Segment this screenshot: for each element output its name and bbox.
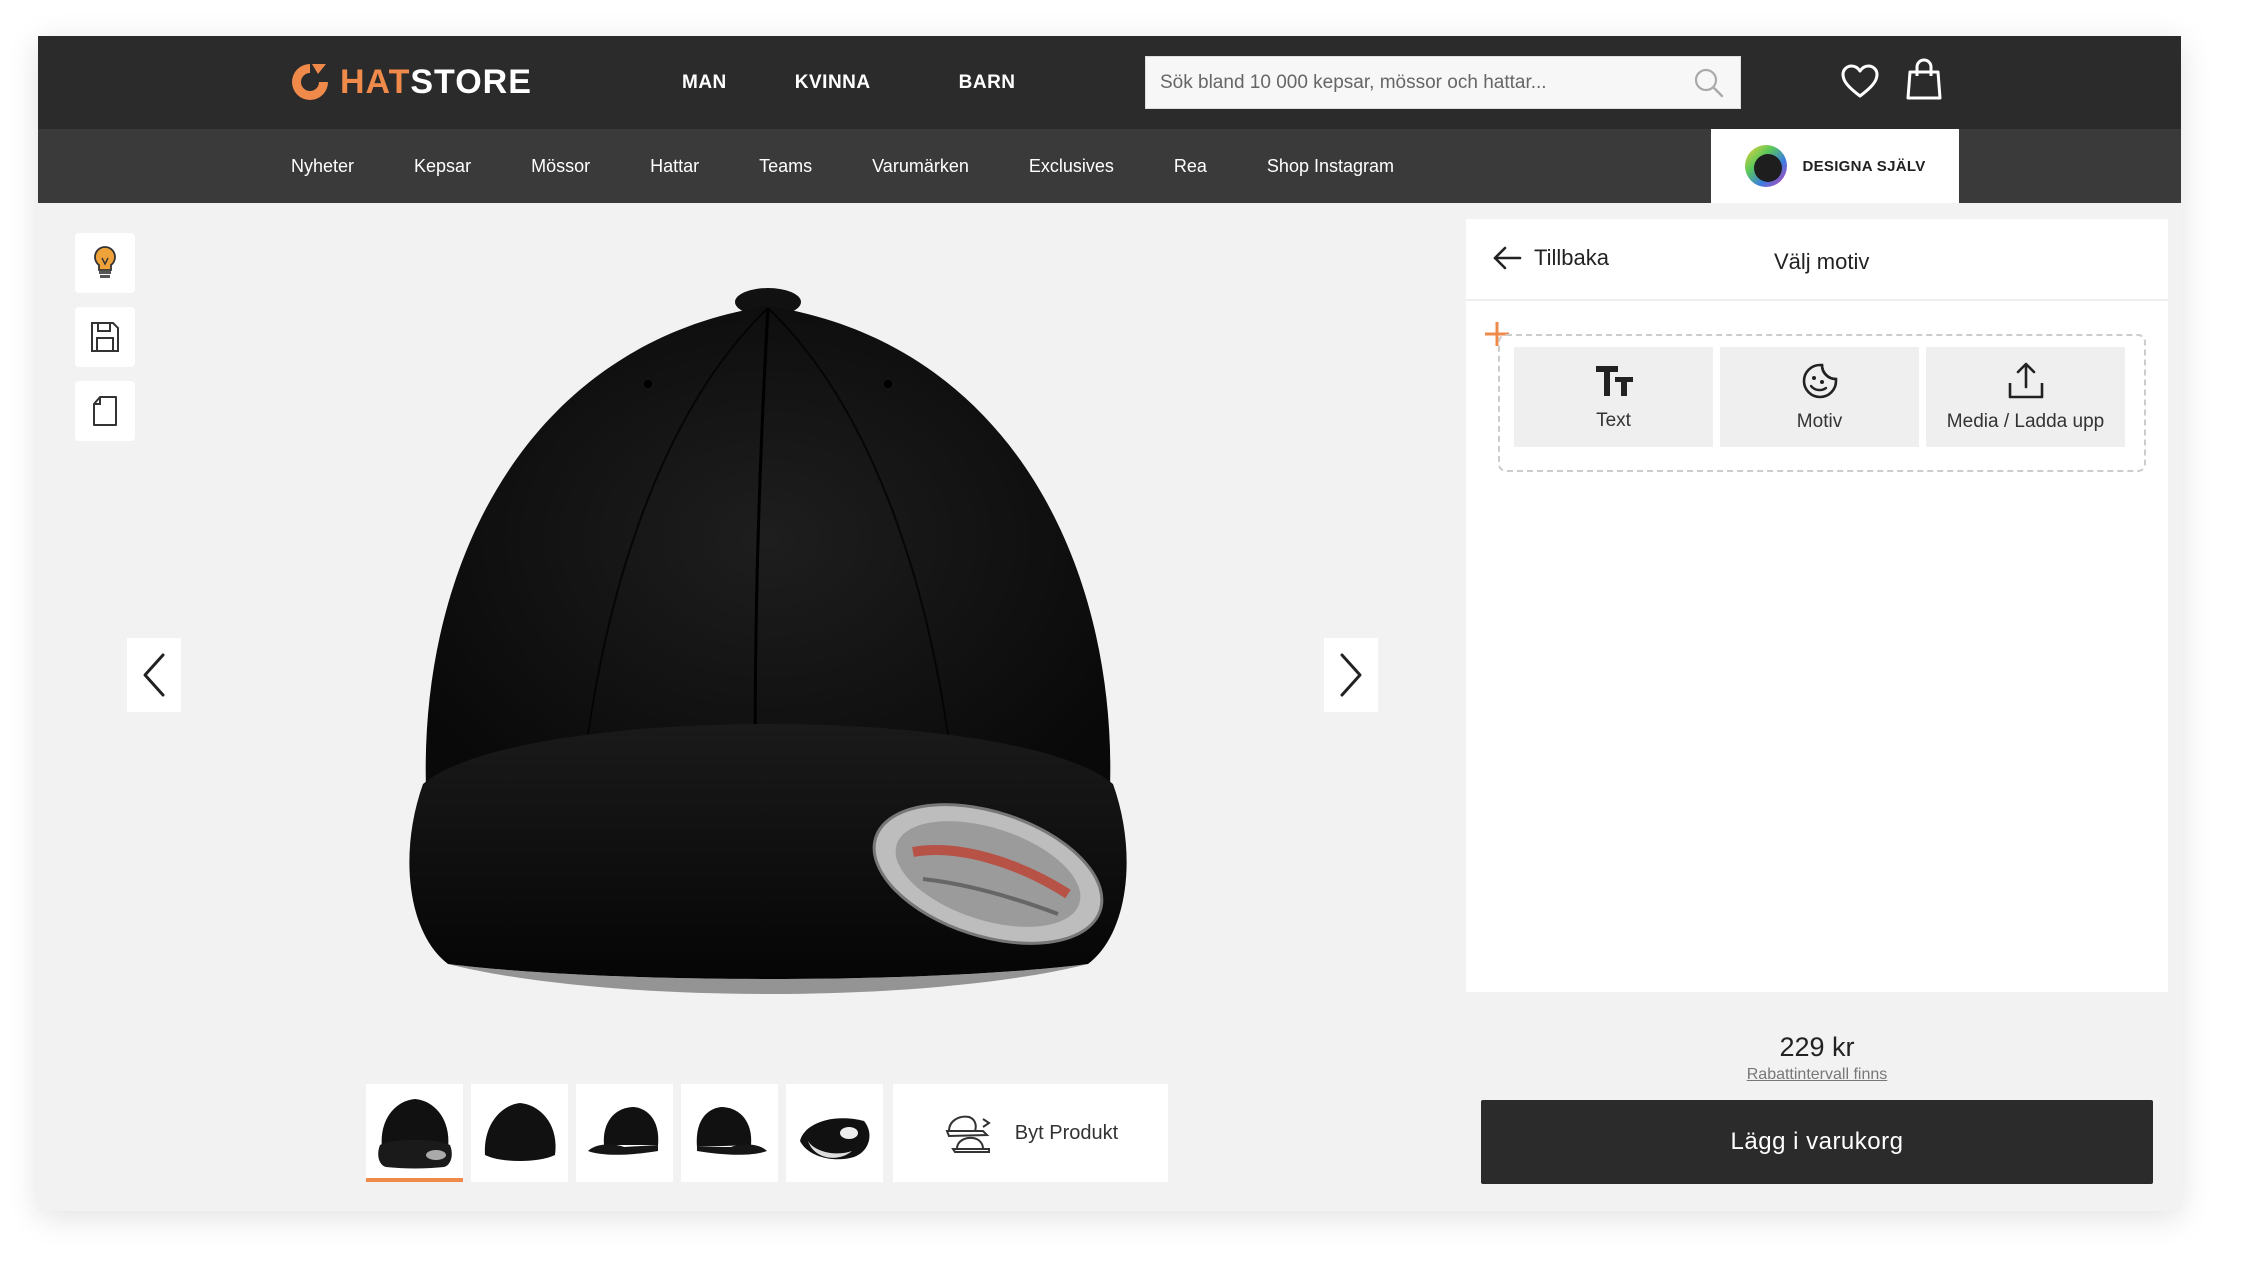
thumbnail-strip: Byt Produkt <box>366 1084 1168 1182</box>
subnav-hattar[interactable]: Hattar <box>650 156 699 177</box>
panel-header: Tillbaka Välj motiv <box>1466 219 2168 301</box>
main-nav: MAN KVINNA BARN <box>682 36 1016 129</box>
thumbnail-inside[interactable] <box>786 1084 883 1182</box>
save-icon <box>91 322 119 352</box>
thumbnail-front[interactable] <box>366 1084 463 1182</box>
nav-barn[interactable]: BARN <box>959 72 1016 94</box>
sticker-icon <box>1802 363 1837 399</box>
nav-kvinna[interactable]: KVINNA <box>795 72 871 94</box>
chevron-left-icon <box>143 653 165 697</box>
thumbnail-left[interactable] <box>576 1084 673 1182</box>
upload-media-option[interactable]: Media / Ladda upp <box>1926 347 2125 447</box>
text-icon <box>1595 366 1633 396</box>
subnav-teams[interactable]: Teams <box>759 156 812 177</box>
subnav-varumarken[interactable]: Varumärken <box>872 156 969 177</box>
search-box <box>1145 56 1741 109</box>
cap-left-thumb-icon <box>587 1107 658 1155</box>
logo-text: HATSTORE <box>340 62 532 101</box>
app-window: HATSTORE MAN KVINNA BARN Nyheter Kepsar … <box>38 36 2181 1211</box>
design-yourself-tab[interactable]: DESIGNA SJÄLV <box>1711 129 1959 203</box>
upload-icon <box>2008 362 2043 399</box>
arrow-left-icon <box>1493 246 1522 270</box>
swap-product-label: Byt Produkt <box>1014 1121 1119 1144</box>
cap-back-thumb-icon <box>484 1103 556 1161</box>
panel-title: Välj motiv <box>1774 249 1870 274</box>
top-header: HATSTORE MAN KVINNA BARN <box>38 36 2181 129</box>
swap-product-button[interactable]: Byt Produkt <box>893 1084 1168 1182</box>
design-panel: Tillbaka Välj motiv Text Motiv Media / L… <box>1466 219 2168 992</box>
thumbnail-back[interactable] <box>471 1084 568 1182</box>
subnav-rea[interactable]: Rea <box>1174 156 1207 177</box>
search-input[interactable] <box>1160 71 1692 94</box>
chevron-right-icon <box>1340 653 1362 697</box>
previous-image-button[interactable] <box>127 638 181 712</box>
swap-caps-icon <box>945 1115 991 1153</box>
discount-tiers-link[interactable]: Rabattintervall finns <box>1466 1066 2168 1084</box>
motif-option-label: Motiv <box>1796 411 1843 432</box>
back-button[interactable]: Tillbaka <box>1492 245 1609 271</box>
upload-option-label: Media / Ladda upp <box>1946 411 2105 432</box>
subnav-nyheter[interactable]: Nyheter <box>291 156 354 177</box>
tips-button[interactable] <box>75 233 135 293</box>
cap-right-thumb-icon <box>696 1107 767 1155</box>
cap-front-thumb-icon <box>377 1099 452 1169</box>
lightbulb-icon <box>94 246 116 278</box>
heart-icon[interactable] <box>1840 62 1880 102</box>
save-design-button[interactable] <box>75 307 135 367</box>
product-price: 229 kr <box>1779 1032 1855 1062</box>
add-motif-option[interactable]: Motiv <box>1720 347 1919 447</box>
category-nav: Nyheter Kepsar Mössor Hattar Teams Varum… <box>291 129 1454 203</box>
add-to-cart-button[interactable]: Lägg i varukorg <box>1481 1100 2153 1184</box>
hatstore-logo[interactable]: HATSTORE <box>288 60 532 104</box>
subnav-mossor[interactable]: Mössor <box>531 156 590 177</box>
next-image-button[interactable] <box>1324 638 1378 712</box>
subnav-exclusives[interactable]: Exclusives <box>1029 156 1114 177</box>
add-text-option[interactable]: Text <box>1514 347 1713 447</box>
shopping-bag-icon[interactable] <box>1904 58 1944 102</box>
thumbnail-right[interactable] <box>681 1084 778 1182</box>
nav-man[interactable]: MAN <box>682 72 727 94</box>
back-label: Tillbaka <box>1534 245 1609 270</box>
new-design-button[interactable] <box>75 381 135 441</box>
text-option-label: Text <box>1596 410 1631 431</box>
new-page-icon <box>93 396 117 426</box>
cap-product-image[interactable] <box>368 284 1168 1084</box>
cap-inside-thumb-icon <box>799 1118 869 1160</box>
search-icon[interactable] <box>1692 66 1726 100</box>
logo-mark-icon <box>292 64 328 100</box>
subnav-shop-instagram[interactable]: Shop Instagram <box>1267 156 1394 177</box>
subnav-kepsar[interactable]: Kepsar <box>414 156 471 177</box>
design-tab-label: DESIGNA SJÄLV <box>1802 157 1926 175</box>
color-swirl-icon <box>1745 145 1788 187</box>
